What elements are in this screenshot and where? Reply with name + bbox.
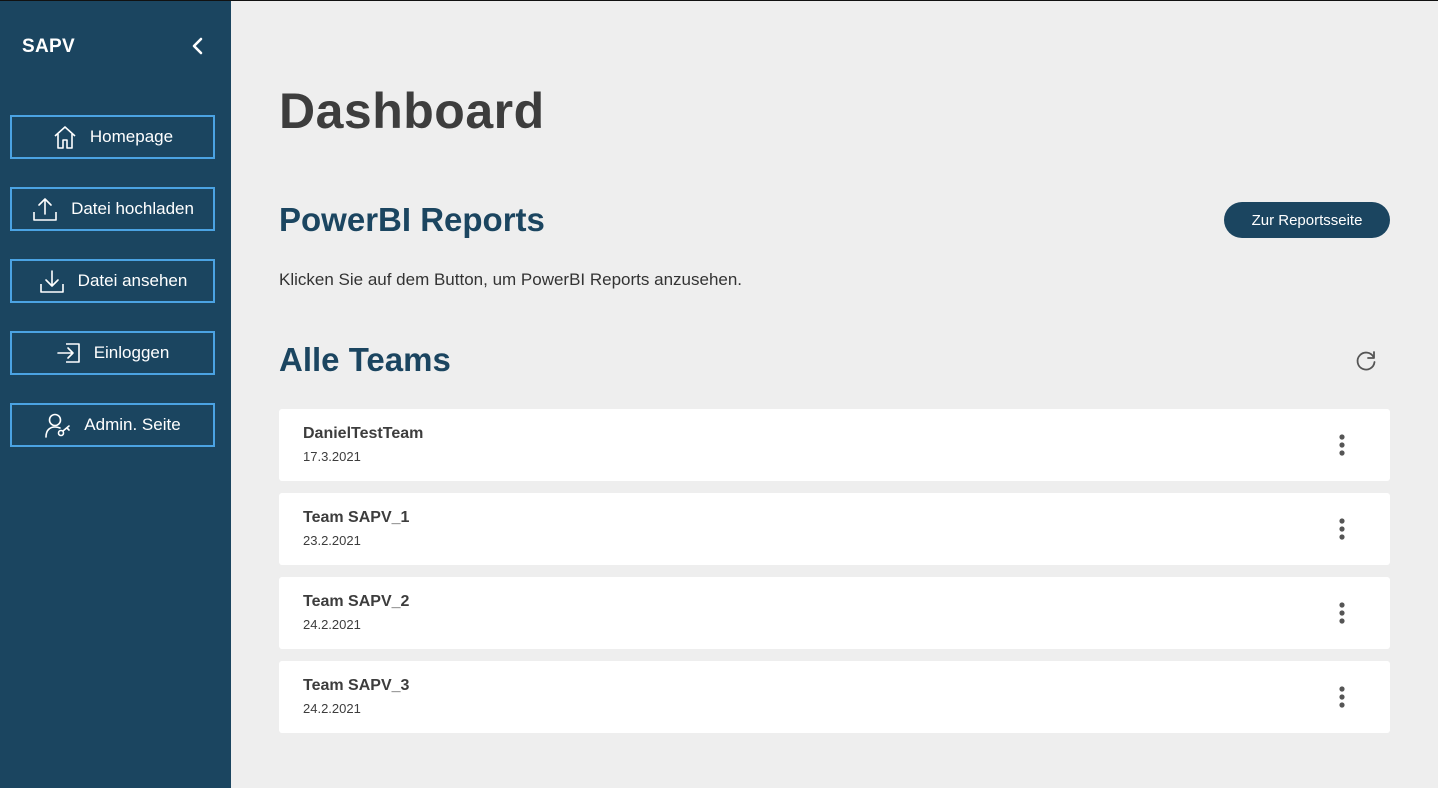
team-date: 24.2.2021 bbox=[303, 701, 361, 716]
team-list-item[interactable]: Team SAPV_2 24.2.2021 bbox=[279, 577, 1390, 649]
refresh-icon bbox=[1356, 351, 1376, 371]
team-name: Team SAPV_1 bbox=[303, 509, 410, 526]
team-more-options-button[interactable] bbox=[1331, 515, 1353, 543]
nav-login-label: Einloggen bbox=[93, 343, 170, 362]
download-icon bbox=[39, 270, 64, 293]
team-more-options-button[interactable] bbox=[1331, 599, 1353, 627]
home-icon bbox=[54, 126, 76, 149]
nav-view-file-button[interactable]: Datei ansehen bbox=[10, 259, 215, 303]
nav-homepage-button[interactable]: Homepage bbox=[10, 115, 215, 159]
refresh-teams-button[interactable] bbox=[1353, 348, 1379, 374]
page-title: Dashboard bbox=[279, 83, 545, 139]
nav-upload-button[interactable]: Datei hochladen bbox=[10, 187, 215, 231]
team-date: 24.2.2021 bbox=[303, 617, 361, 632]
more-vertical-icon bbox=[1339, 518, 1345, 540]
team-list-item[interactable]: Team SAPV_1 23.2.2021 bbox=[279, 493, 1390, 565]
team-name: Team SAPV_3 bbox=[303, 677, 410, 694]
team-more-options-button[interactable] bbox=[1331, 431, 1353, 459]
powerbi-section-title: PowerBI Reports bbox=[279, 201, 545, 238]
team-list-item[interactable]: DanielTestTeam 17.3.2021 bbox=[279, 409, 1390, 481]
nav-homepage-label: Homepage bbox=[89, 127, 174, 146]
upload-icon bbox=[33, 198, 57, 221]
collapse-sidebar-button[interactable] bbox=[186, 34, 210, 58]
team-name: DanielTestTeam bbox=[303, 425, 424, 442]
team-list-item[interactable]: Team SAPV_3 24.2.2021 bbox=[279, 661, 1390, 733]
main-content: Dashboard PowerBI Reports Zur Reportssei… bbox=[279, 0, 1390, 788]
sidebar: SAPV Homepage Datei hochladen Datei anse… bbox=[0, 0, 231, 788]
nav-upload-label: Datei hochladen bbox=[71, 199, 194, 218]
teams-section-title: Alle Teams bbox=[279, 341, 451, 378]
nav-admin-label: Admin. Seite bbox=[84, 415, 181, 434]
more-vertical-icon bbox=[1339, 602, 1345, 624]
nav-login-button[interactable]: Einloggen bbox=[10, 331, 215, 375]
powerbi-description: Klicken Sie auf dem Button, um PowerBI R… bbox=[279, 270, 743, 289]
login-icon bbox=[56, 343, 80, 363]
team-name: Team SAPV_2 bbox=[303, 593, 410, 610]
team-date: 17.3.2021 bbox=[303, 449, 361, 464]
brand-title: SAPV bbox=[22, 36, 75, 57]
more-vertical-icon bbox=[1339, 686, 1345, 708]
nav-view-file-label: Datei ansehen bbox=[77, 271, 188, 290]
reports-page-button[interactable]: Zur Reportsseite bbox=[1224, 202, 1390, 238]
window-top-border bbox=[0, 0, 1438, 1]
admin-user-icon bbox=[45, 413, 71, 438]
chevron-left-icon bbox=[192, 37, 203, 55]
team-date: 23.2.2021 bbox=[303, 533, 361, 548]
more-vertical-icon bbox=[1339, 434, 1345, 456]
team-more-options-button[interactable] bbox=[1331, 683, 1353, 711]
nav-admin-button[interactable]: Admin. Seite bbox=[10, 403, 215, 447]
